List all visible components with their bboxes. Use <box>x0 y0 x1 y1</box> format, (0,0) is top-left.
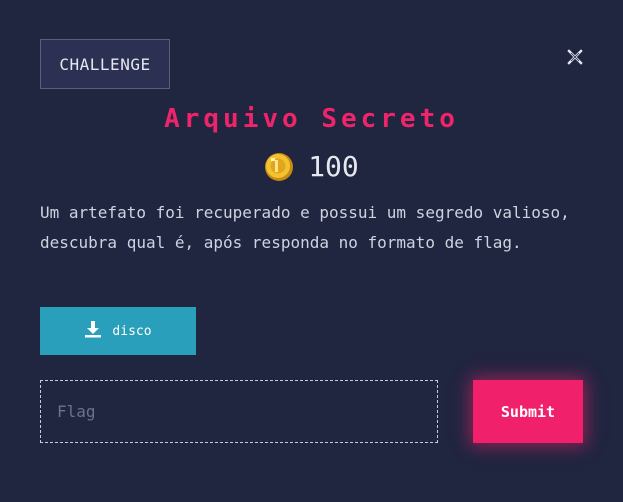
challenge-description: Um artefato foi recuperado e possui um s… <box>40 203 570 252</box>
challenge-modal: CHALLENGE Arquivo Secreto 100 Um artefat… <box>0 0 623 502</box>
challenge-title: Arquivo Secreto <box>164 104 459 134</box>
coin-icon <box>264 152 294 182</box>
close-icon[interactable] <box>566 48 584 66</box>
download-icon <box>84 320 102 342</box>
download-label: disco <box>112 323 152 339</box>
challenge-value: 100 <box>308 150 359 183</box>
submit-button[interactable]: Submit <box>473 380 583 443</box>
download-file-button[interactable]: disco <box>40 307 196 355</box>
challenge-value-row: 100 <box>0 150 623 183</box>
tab-challenge[interactable]: CHALLENGE <box>40 39 170 89</box>
flag-input[interactable] <box>40 380 438 443</box>
